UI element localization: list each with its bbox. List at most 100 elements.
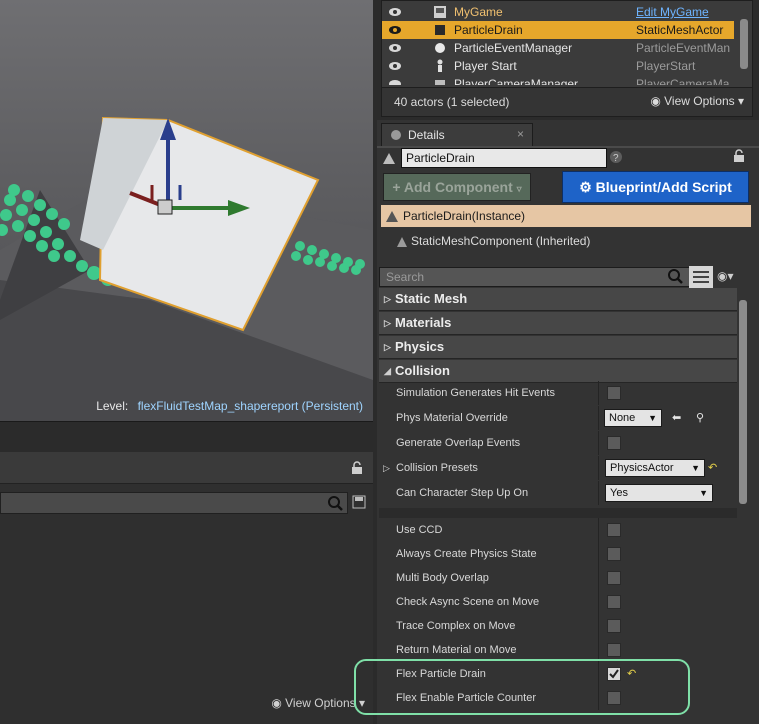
- view-options-label: View Options: [285, 696, 356, 710]
- advanced-divider: [379, 508, 737, 518]
- prop-label: Always Create Physics State: [396, 548, 537, 560]
- chevron-down-icon: ▾: [737, 94, 744, 108]
- highlight-annotation: [354, 659, 690, 715]
- eye-icon: ◉: [650, 94, 661, 108]
- content-search-input[interactable]: [0, 492, 348, 514]
- browse-search-icon[interactable]: ⚲: [696, 406, 704, 430]
- prop-label: Check Async Scene on Move: [396, 596, 540, 608]
- step-up-combo[interactable]: Yes ▼: [605, 484, 713, 502]
- prop-label: Trace Complex on Move: [396, 620, 516, 632]
- search-icon: [328, 496, 343, 511]
- view-options-button[interactable]: ◉ View Options ▾: [271, 696, 365, 710]
- chevron-down-icon: ▼: [648, 413, 657, 423]
- outliner-row-label: ParticleDrain: [454, 23, 523, 37]
- combo-value: PhysicsActor: [610, 462, 674, 474]
- expand-arrow-icon[interactable]: ▷: [383, 456, 390, 480]
- visibility-eye-icon[interactable]: [388, 78, 402, 85]
- collision-presets-combo[interactable]: PhysicsActor ▼: [605, 459, 705, 477]
- category-materials[interactable]: ▷ Materials: [379, 312, 737, 335]
- visibility-eye-icon[interactable]: [388, 24, 402, 36]
- outliner-row[interactable]: ParticleEventManager ParticleEventMan: [382, 39, 734, 57]
- actor-icon: [383, 153, 395, 164]
- category-collision[interactable]: ◢ Collision: [379, 360, 737, 383]
- eye-icon: ◉: [717, 269, 728, 283]
- prop-trace-complex: Trace Complex on Move: [379, 614, 737, 638]
- actor-icon: [386, 211, 398, 222]
- svg-text:?: ?: [613, 153, 619, 164]
- use-ccd-checkbox[interactable]: [607, 523, 621, 537]
- check-async-checkbox[interactable]: [607, 595, 621, 609]
- component-instance-label: ParticleDrain(Instance): [403, 209, 526, 223]
- outliner-row[interactable]: MyGame Edit MyGame: [382, 3, 734, 21]
- search-icon: [668, 269, 683, 284]
- prop-sim-hit: Simulation Generates Hit Events: [379, 381, 737, 405]
- tab-details-label: Details: [408, 128, 445, 142]
- static-mesh-icon: [435, 25, 445, 35]
- prop-multi-body: Multi Body Overlap: [379, 566, 737, 590]
- use-selected-arrow-icon[interactable]: ⬅: [672, 406, 681, 430]
- always-create-checkbox[interactable]: [607, 547, 621, 561]
- phys-material-combo[interactable]: None ▼: [604, 409, 662, 427]
- prop-step-up: Can Character Step Up On Yes ▼: [379, 481, 737, 505]
- outliner-row-label: PlayerCameraManager: [454, 77, 579, 85]
- prop-label: Use CCD: [396, 524, 443, 536]
- level-prefix: Level:: [96, 399, 129, 413]
- prop-label: Generate Overlap Events: [396, 437, 521, 449]
- outliner-row-type: PlayerCameraMa: [636, 77, 730, 85]
- close-tab-icon[interactable]: ×: [517, 127, 524, 141]
- content-panel-header: [0, 452, 373, 484]
- tab-details[interactable]: Details ×: [381, 123, 533, 147]
- edit-mygame-link[interactable]: Edit MyGame: [636, 3, 709, 21]
- outliner-row[interactable]: PlayerCameraManager PlayerCameraMa: [382, 75, 734, 85]
- outliner-row-selected[interactable]: ParticleDrain StaticMeshActor: [382, 21, 734, 39]
- prop-label: Phys Material Override: [396, 412, 508, 424]
- property-matrix-icon[interactable]: [689, 266, 713, 288]
- plus-icon: +: [392, 179, 401, 195]
- prop-label: Simulation Generates Hit Events: [396, 387, 555, 399]
- category-physics[interactable]: ▷ Physics: [379, 336, 737, 359]
- gen-overlap-checkbox[interactable]: [607, 436, 621, 450]
- details-icon: [391, 130, 401, 140]
- trace-complex-checkbox[interactable]: [607, 619, 621, 633]
- level-viewport[interactable]: Level: flexFluidTestMap_shapereport (Per…: [0, 0, 373, 422]
- actor-count: 40 actors (1 selected): [394, 95, 510, 109]
- outliner-row-label: ParticleEventManager: [454, 41, 573, 55]
- component-row-instance[interactable]: ParticleDrain(Instance): [381, 205, 751, 227]
- chevron-down-icon: ▿: [516, 184, 522, 195]
- save-icon[interactable]: [352, 495, 366, 509]
- blueprint-gears-icon: ⚙: [579, 179, 592, 195]
- outliner-scrollbar[interactable]: [740, 19, 748, 69]
- return-material-checkbox[interactable]: [607, 643, 621, 657]
- visibility-eye-icon[interactable]: [388, 60, 402, 72]
- details-view-options[interactable]: ◉▾: [717, 269, 734, 283]
- outliner-view-options-button[interactable]: ◉ View Options ▾: [650, 94, 744, 108]
- visibility-eye-icon[interactable]: [388, 42, 402, 54]
- outliner-row-label: MyGame: [454, 5, 503, 19]
- category-label: Physics: [395, 339, 445, 354]
- expand-arrow-icon: ▷: [384, 318, 391, 328]
- lock-icon[interactable]: [350, 461, 364, 475]
- player-start-icon: [437, 59, 443, 72]
- actor-name-input[interactable]: ParticleDrain: [401, 148, 607, 168]
- category-label: Materials: [395, 315, 452, 330]
- outliner-row-type: StaticMeshActor: [636, 23, 724, 37]
- collapse-arrow-icon: ◢: [384, 366, 391, 376]
- multi-body-checkbox[interactable]: [607, 571, 621, 585]
- prop-label: Multi Body Overlap: [396, 572, 489, 584]
- component-row-inherited[interactable]: StaticMeshComponent (Inherited): [381, 230, 751, 252]
- category-static-mesh[interactable]: ▷ Static Mesh: [379, 288, 737, 311]
- visibility-eye-icon[interactable]: [388, 6, 402, 18]
- level-label: Level: flexFluidTestMap_shapereport (Per…: [96, 399, 363, 413]
- reset-to-default-icon[interactable]: ↶: [708, 456, 717, 480]
- help-icon[interactable]: ?: [609, 150, 623, 164]
- details-search-input[interactable]: Search: [379, 267, 693, 287]
- sim-hit-checkbox[interactable]: [607, 386, 621, 400]
- outliner-row[interactable]: Player Start PlayerStart: [382, 57, 734, 75]
- lock-icon[interactable]: [732, 149, 746, 163]
- blueprint-add-script-button[interactable]: ⚙ Blueprint/Add Script: [562, 171, 749, 203]
- view-options-label: View Options: [664, 94, 735, 108]
- expand-arrow-icon: ▷: [384, 342, 391, 352]
- world-outliner: MyGame Edit MyGame ParticleDrain StaticM…: [381, 0, 753, 117]
- add-component-button[interactable]: + Add Component ▿: [383, 173, 531, 201]
- details-scrollbar[interactable]: [739, 300, 747, 504]
